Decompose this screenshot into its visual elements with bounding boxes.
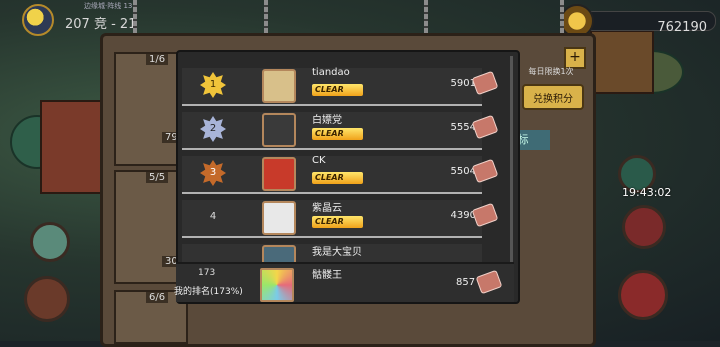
chain-decoration xyxy=(133,0,137,34)
my-score: 857 xyxy=(456,277,476,288)
leaderboard-row[interactable]: 4 紫晶云 CLEAR 4390 xyxy=(182,196,514,238)
leaderboard-row[interactable]: 3 CK CLEAR 5504 xyxy=(182,152,514,194)
attack-button[interactable] xyxy=(618,270,668,320)
clear-badge: CLEAR xyxy=(312,172,363,184)
rank-number: 2 xyxy=(209,123,217,134)
gem-icon xyxy=(475,269,503,295)
player-avatar xyxy=(262,69,296,103)
my-rank-label: 我的排名(173%) xyxy=(174,287,243,297)
day-night-icon xyxy=(22,4,54,36)
my-rank-number: 173 xyxy=(198,268,216,278)
house-decoration xyxy=(40,100,104,194)
player-name: tiandao xyxy=(312,67,350,78)
daily-limit-text: 每日限换1次 xyxy=(528,67,574,76)
player-avatar xyxy=(262,113,296,147)
clock-text: 19:43:02 xyxy=(622,186,672,199)
row-divider xyxy=(182,192,482,194)
map-button[interactable] xyxy=(30,222,70,262)
player-name: 白嫖党 xyxy=(312,115,342,126)
player-avatar xyxy=(262,201,296,235)
player-name: 紫晶云 xyxy=(312,203,342,214)
redeem-area: 每日限换1次 兑换积分 xyxy=(520,66,584,114)
top-left-hud: 边缘城·阵线 13 207 竞 - 21 xyxy=(0,0,170,36)
leaderboard-row[interactable]: 1 tiandao CLEAR 5901 xyxy=(182,64,514,106)
currency-value: 762190 xyxy=(657,20,707,35)
slot-count-label: 5/5 xyxy=(146,172,169,183)
location-text: 边缘城·阵线 13 xyxy=(84,2,133,10)
row-divider xyxy=(182,104,482,106)
slot-count-label: 1/6 xyxy=(146,54,169,65)
hero-portrait-button[interactable] xyxy=(24,276,70,322)
rank-number: 4 xyxy=(209,211,217,222)
rank-number: 3 xyxy=(209,167,217,178)
leaderboard-row[interactable]: 2 白嫖党 CLEAR 5554 xyxy=(182,108,514,150)
scrollbar[interactable] xyxy=(510,56,513,266)
my-avatar xyxy=(260,268,294,302)
redeem-points-button[interactable]: 兑换积分 xyxy=(522,84,584,110)
chain-decoration xyxy=(264,0,268,34)
clear-badge: CLEAR xyxy=(312,128,363,140)
currency-bar: 762190 xyxy=(560,4,720,38)
battle-button[interactable] xyxy=(622,205,666,249)
row-divider xyxy=(182,236,482,238)
chain-decoration xyxy=(560,0,564,34)
player-name: CK xyxy=(312,155,326,166)
my-rank-bar: 173 我的排名(173%) 骷髅王 857 xyxy=(174,262,514,302)
rank-number: 1 xyxy=(209,79,217,90)
chain-decoration xyxy=(424,0,428,34)
clear-badge: CLEAR xyxy=(312,84,363,96)
house-decoration xyxy=(590,30,654,94)
player-avatar xyxy=(262,157,296,191)
my-name: 骷髅王 xyxy=(312,270,342,281)
currency-field: 762190 xyxy=(584,11,716,35)
row-divider xyxy=(182,148,482,150)
player-name: 我是大宝贝 xyxy=(312,247,362,258)
slot-count-label: 6/6 xyxy=(146,292,169,303)
level-text: 207 竞 - 21 xyxy=(65,17,137,32)
clear-badge: CLEAR xyxy=(312,216,363,228)
